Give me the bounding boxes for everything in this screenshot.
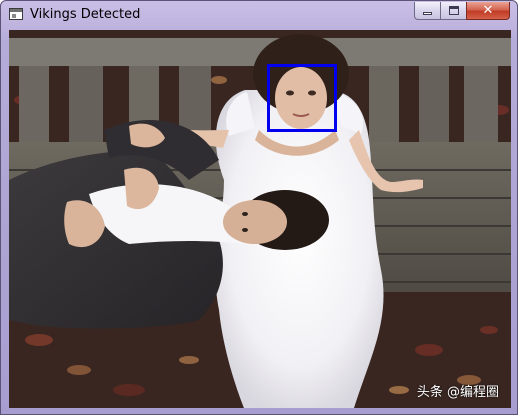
app-window: Vikings Detected ✕ 头条 @编程圈 bbox=[0, 0, 518, 415]
minimize-icon bbox=[423, 12, 432, 15]
caption-buttons: ✕ bbox=[414, 2, 510, 21]
close-icon: ✕ bbox=[482, 3, 494, 18]
detected-photo bbox=[9, 30, 511, 408]
maximize-button[interactable] bbox=[440, 2, 466, 20]
close-button[interactable]: ✕ bbox=[466, 2, 510, 20]
maximize-icon bbox=[449, 6, 459, 15]
minimize-button[interactable] bbox=[414, 2, 440, 20]
watermark-text: 头条 @编程圈 bbox=[416, 385, 499, 400]
man-face bbox=[223, 200, 287, 244]
window-title: Vikings Detected bbox=[30, 7, 141, 22]
title-bar[interactable]: Vikings Detected ✕ bbox=[1, 1, 517, 29]
image-canvas: 头条 @编程圈 bbox=[9, 30, 511, 408]
face-detection-box bbox=[267, 64, 337, 132]
window-app-icon[interactable] bbox=[9, 8, 23, 20]
